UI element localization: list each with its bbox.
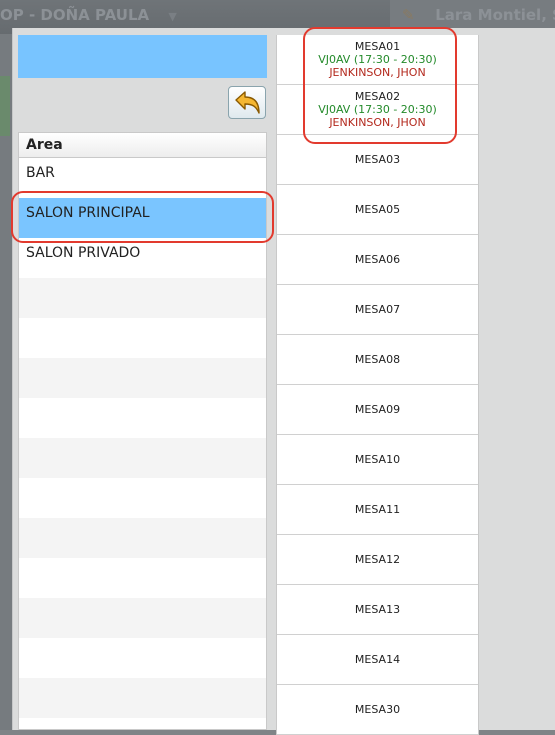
area-empty-row: [19, 318, 266, 358]
table-cell[interactable]: MESA07: [277, 285, 478, 335]
tables-list: MESA01 VJ0AV (17:30 - 20:30) JENKINSON, JH…: [276, 35, 479, 735]
table-name: MESA11: [354, 503, 401, 516]
table-name: MESA13: [354, 603, 401, 616]
back-button[interactable]: [228, 86, 266, 119]
table-name: MESA07: [354, 303, 401, 316]
location-title: OP - DOÑA PAULA: [0, 6, 150, 24]
reservation-guest: JENKINSON, JHON: [329, 66, 426, 79]
table-cell[interactable]: MESA03: [277, 135, 478, 185]
area-empty-row: [19, 518, 266, 558]
area-empty-row: [19, 278, 266, 318]
table-name: MESA30: [354, 703, 401, 716]
table-cell[interactable]: MESA12: [277, 535, 478, 585]
table-cell[interactable]: MESA08: [277, 335, 478, 385]
table-cell[interactable]: MESA06: [277, 235, 478, 285]
area-empty-row: [19, 598, 266, 638]
table-name: MESA14: [354, 653, 401, 666]
area-empty-row: [19, 358, 266, 398]
area-empty-row: [19, 478, 266, 518]
area-empty-row: [19, 678, 266, 718]
area-item[interactable]: SALON PRIVADO: [19, 238, 266, 278]
edit-icon: ✎: [402, 6, 415, 24]
area-empty-row: [19, 438, 266, 478]
area-item[interactable]: BAR: [19, 158, 266, 198]
table-name: MESA12: [354, 553, 401, 566]
table-name: MESA02: [354, 90, 401, 103]
table-name: MESA05: [354, 203, 401, 216]
table-cell[interactable]: MESA10: [277, 435, 478, 485]
area-empty-row: [19, 558, 266, 598]
table-cell[interactable]: MESA11: [277, 485, 478, 535]
panel-header: [18, 35, 267, 78]
reservation-code: VJ0AV (17:30 - 20:30): [318, 53, 437, 66]
area-empty-row: [19, 398, 266, 438]
area-empty-row: [19, 718, 266, 729]
table-name: MESA01: [354, 40, 401, 53]
area-item[interactable]: SALON PRINCIPAL: [19, 198, 266, 238]
chevron-down-icon: ▼: [168, 10, 177, 23]
table-selection-panel: Area BAR SALON PRINCIPAL SALON PRIVADO MES…: [12, 28, 555, 735]
area-empty-row: [19, 638, 266, 678]
area-list: Area BAR SALON PRINCIPAL SALON PRIVADO: [18, 132, 267, 730]
area-column-header: Area: [19, 133, 266, 158]
table-name: MESA10: [354, 453, 401, 466]
reservation-code: VJ0AV (17:30 - 20:30): [318, 103, 437, 116]
table-name: MESA08: [354, 353, 401, 366]
background-chip: [0, 76, 10, 136]
table-name: MESA06: [354, 253, 401, 266]
table-name: MESA03: [354, 153, 401, 166]
table-cell[interactable]: MESA14: [277, 635, 478, 685]
table-cell[interactable]: MESA09: [277, 385, 478, 435]
background-sidebar: [0, 34, 12, 730]
location-selector[interactable]: OP - DOÑA PAULA ▼: [0, 6, 177, 24]
table-cell[interactable]: MESA30: [277, 685, 478, 735]
table-cell[interactable]: MESA02 VJ0AV (17:30 - 20:30) JENKINSON, JH…: [277, 85, 478, 135]
table-name: MESA09: [354, 403, 401, 416]
user-name: Lara Montiel, S: [435, 6, 555, 24]
table-cell[interactable]: MESA05: [277, 185, 478, 235]
reservation-guest: JENKINSON, JHON: [329, 116, 426, 129]
undo-arrow-icon: [235, 90, 260, 114]
table-cell[interactable]: MESA01 VJ0AV (17:30 - 20:30) JENKINSON, JH…: [277, 35, 478, 85]
table-cell[interactable]: MESA13: [277, 585, 478, 635]
